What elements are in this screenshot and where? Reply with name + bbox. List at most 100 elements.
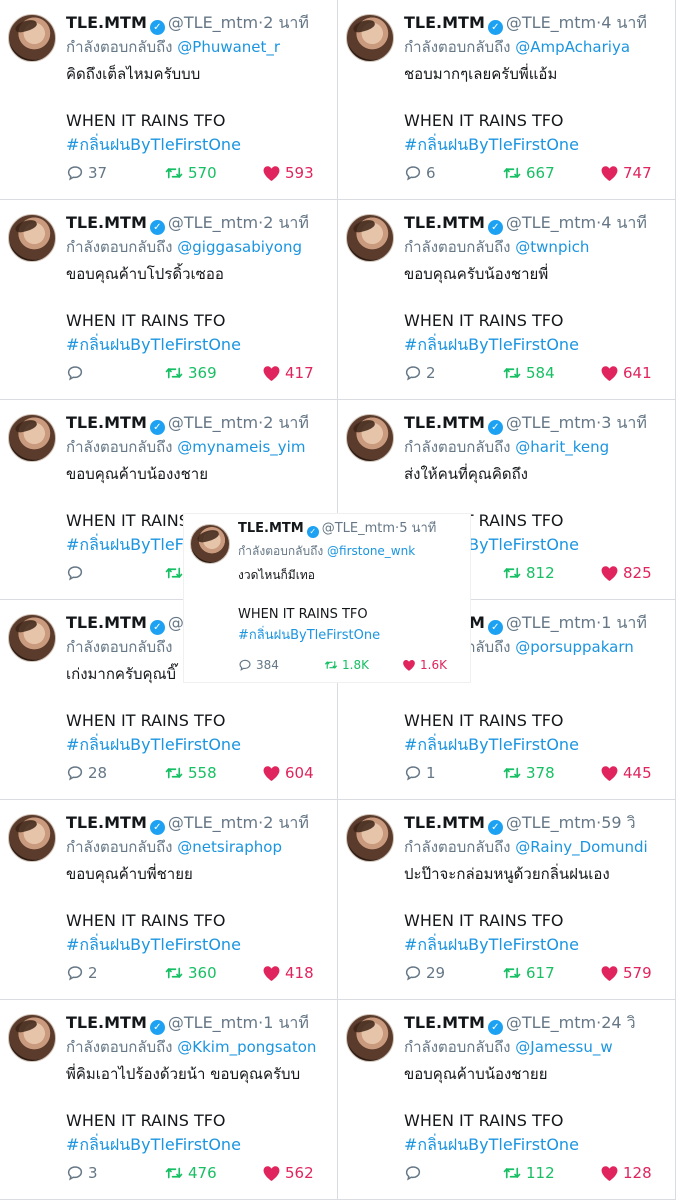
display-name[interactable]: TLE.MTM [66,13,147,32]
avatar[interactable] [8,214,56,262]
avatar[interactable] [8,414,56,462]
hashtag-link[interactable]: #กลิ่นฝนByTleFirstOne [404,734,579,756]
hashtag-link[interactable]: #กลิ่นฝนByTleFirstOne [404,134,579,156]
reply-mention-link[interactable]: @harit_keng [515,438,609,456]
reply-button[interactable]: 1 [404,762,436,784]
timestamp[interactable]: 24 วิ [601,1013,635,1032]
retweet-button[interactable]: 378 [502,762,555,784]
user-handle[interactable]: @TLE_mtm [322,521,395,536]
like-button[interactable]: 418 [262,962,314,984]
retweet-button[interactable]: 360 [164,962,217,984]
reply-mention-link[interactable]: @twnpich [515,238,589,256]
timestamp[interactable]: 1 นาที [263,1013,309,1032]
reply-button[interactable] [66,362,88,384]
like-button[interactable]: 562 [262,1162,314,1184]
tweet-card[interactable]: TLE.MTM ✓ @TLE_mtm·24 วิ กำลังตอบกลับถึง @… [338,1000,676,1200]
user-handle[interactable]: @TLE_mtm [506,613,596,632]
tweet-card[interactable]: TLE.MTM ✓ @TLE_mtm·2 นาที กำลังตอบกลับถึง … [0,200,338,400]
reply-button[interactable]: 6 [404,162,436,184]
display-name[interactable]: TLE.MTM [66,413,147,432]
timestamp[interactable]: 4 นาที [601,13,647,32]
tweet-card[interactable]: TLE.MTM ✓ @TLE_mtm·2 นาที กำลังตอบกลับถึง … [0,0,338,200]
timestamp[interactable]: 5 นาที [399,521,436,536]
reply-button[interactable]: 29 [404,962,445,984]
reply-mention-link[interactable]: @giggasabiyong [177,238,302,256]
avatar[interactable] [190,524,230,564]
timestamp[interactable]: 59 วิ [601,813,635,832]
user-handle[interactable]: @TLE_mtm [506,813,596,832]
display-name[interactable]: TLE.MTM [238,521,304,536]
reply-button[interactable]: 384 [238,656,279,674]
display-name[interactable]: TLE.MTM [66,813,147,832]
avatar[interactable] [346,814,394,862]
reply-mention-link[interactable]: @Jamessu_w [515,1038,612,1056]
reply-mention-link[interactable]: @mynameis_yim [177,438,305,456]
reply-mention-link[interactable]: @AmpAchariya [515,38,630,56]
hashtag-link[interactable]: #กลิ่นฝนByTleFirstOne [238,627,380,645]
avatar[interactable] [346,214,394,262]
hashtag-link[interactable]: #กลิ่นฝนByTleFirstOne [404,934,579,956]
like-button[interactable]: 825 [600,562,652,584]
hashtag-link[interactable]: #กลิ่นฝนByTleFirstOne [66,134,241,156]
tweet-card[interactable]: TLE.MTM ✓ @TLE_mtm·4 นาที กำลังตอบกลับถึง … [338,200,676,400]
like-button[interactable]: 747 [600,162,652,184]
avatar[interactable] [346,1014,394,1062]
reply-button[interactable]: 37 [66,162,107,184]
display-name[interactable]: TLE.MTM [404,13,485,32]
display-name[interactable]: TLE.MTM [66,1013,147,1032]
like-button[interactable]: 604 [262,762,314,784]
retweet-button[interactable]: 667 [502,162,555,184]
reply-button[interactable]: 3 [66,1162,98,1184]
hashtag-link[interactable]: #กลิ่นฝนByTleFirstOne [66,1134,241,1156]
avatar[interactable] [8,14,56,62]
display-name[interactable]: TLE.MTM [66,613,147,632]
user-handle[interactable]: @TLE_mtm [506,1013,596,1032]
reply-button[interactable]: 28 [66,762,107,784]
avatar[interactable] [346,414,394,462]
reply-mention-link[interactable]: @Kkim_pongsaton [177,1038,316,1056]
retweet-button[interactable]: 584 [502,362,555,384]
hashtag-link[interactable]: #กลิ่นฝนByTleFirstOne [66,934,241,956]
tweet-card[interactable]: TLE.MTM✓@TLE_mtm·1 นาที กำลังตอบกลับถึง … [0,1000,338,1200]
retweet-button[interactable]: 558 [164,762,217,784]
like-button[interactable]: 445 [600,762,652,784]
retweet-button[interactable]: 112 [502,1162,555,1184]
timestamp[interactable]: 3 นาที [601,413,647,432]
timestamp[interactable]: 1 นาที [601,613,647,632]
avatar[interactable] [8,614,56,662]
like-button[interactable]: 417 [262,362,314,384]
overlay-tweet-card[interactable]: TLE.MTM ✓ @TLE_mtm·5 นาที กำลังตอบกลับถึง … [184,514,470,682]
user-handle[interactable]: @TLE_mtm [168,813,258,832]
reply-mention-link[interactable]: @Phuwanet_r [177,38,280,56]
avatar[interactable] [8,814,56,862]
timestamp[interactable]: 2 นาที [263,213,309,232]
reply-mention-link[interactable]: @porsuppakarn [515,638,633,656]
display-name[interactable]: TLE.MTM [404,213,485,232]
timestamp[interactable]: 2 นาที [263,13,309,32]
hashtag-link[interactable]: #กลิ่นฝนByTleFirstOne [66,734,241,756]
display-name[interactable]: TLE.MTM [404,1013,485,1032]
retweet-button[interactable]: 1.8K [324,656,369,674]
user-handle[interactable]: @TLE_mtm [168,413,258,432]
reply-button[interactable] [404,1162,426,1184]
like-button[interactable]: 641 [600,362,652,384]
avatar[interactable] [8,1014,56,1062]
reply-mention-link[interactable]: @firstone_wnk [327,544,415,558]
user-handle[interactable]: @TLE_mtm [506,413,596,432]
tweet-card[interactable]: TLE.MTM ✓ @TLE_mtm·59 วิ กำลังตอบกลับถึง @… [338,800,676,1000]
display-name[interactable]: TLE.MTM [404,413,485,432]
display-name[interactable]: TLE.MTM [66,213,147,232]
reply-mention-link[interactable]: @netsiraphop [177,838,282,856]
reply-button[interactable] [66,562,88,584]
timestamp[interactable]: 2 นาที [263,413,309,432]
retweet-button[interactable]: 812 [502,562,555,584]
like-button[interactable]: 593 [262,162,314,184]
user-handle[interactable]: @TLE_mtm [506,13,596,32]
hashtag-link[interactable]: #กลิ่นฝนByTleFirstOne [404,334,579,356]
retweet-button[interactable]: 617 [502,962,555,984]
retweet-button[interactable]: 476 [164,1162,217,1184]
avatar[interactable] [346,14,394,62]
retweet-button[interactable]: 369 [164,362,217,384]
timestamp[interactable]: 2 นาที [263,813,309,832]
timestamp[interactable]: 4 นาที [601,213,647,232]
